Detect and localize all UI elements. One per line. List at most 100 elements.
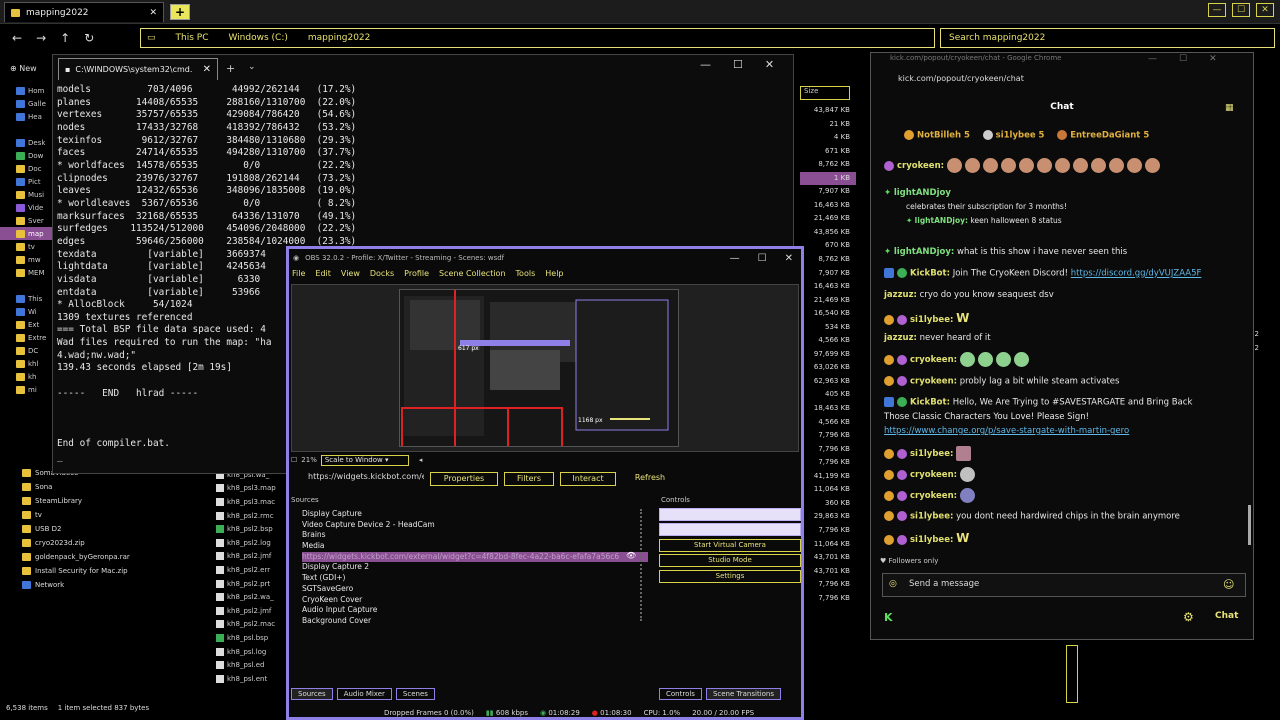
file-row[interactable]: kh8_psl3.mac xyxy=(216,495,286,509)
chat-scrollbar[interactable] xyxy=(1248,505,1251,545)
chat-message-input[interactable]: Send a message xyxy=(882,573,1246,597)
file-row[interactable]: kh8_psl.ed xyxy=(216,658,286,672)
minimize-button[interactable]: — xyxy=(1148,54,1157,64)
file-row[interactable]: kh8_psl2.prt xyxy=(216,577,286,591)
chat-username[interactable]: si1lybee: xyxy=(910,512,953,522)
chat-link[interactable]: https://discord.gg/dyVUJZAA5F xyxy=(1071,269,1202,279)
minimize-button[interactable]: — xyxy=(700,58,711,71)
sidebar-item[interactable]: kh xyxy=(0,370,52,383)
close-button[interactable]: ✕ xyxy=(1209,54,1217,64)
refresh-icon[interactable]: ↻ xyxy=(84,31,94,45)
source-item[interactable]: Video Capture Device 2 - HeadCam xyxy=(302,520,648,531)
source-item[interactable]: Display Capture 2 xyxy=(302,562,648,573)
source-item[interactable]: Audio Input Capture xyxy=(302,605,648,616)
chat-username[interactable]: KickBot: xyxy=(910,398,950,408)
explorer-tab[interactable]: mapping2022 ✕ xyxy=(4,2,164,22)
new-tab-icon[interactable]: + xyxy=(226,62,235,75)
tab-controls[interactable]: Controls xyxy=(659,688,702,700)
sidebar-item[interactable]: mw xyxy=(0,253,52,266)
menu-edit[interactable]: Edit xyxy=(315,269,331,283)
sidebar-item[interactable]: khl xyxy=(0,357,52,370)
menu-profile[interactable]: Profile xyxy=(404,269,429,283)
file-row[interactable]: kh8_psl.ent xyxy=(216,672,286,686)
source-item-selected[interactable]: https://widgets.kickbot.com/external/wid… xyxy=(302,551,648,563)
sidebar-item[interactable]: Vide xyxy=(0,201,52,214)
sidebar-item[interactable]: DC xyxy=(0,344,52,357)
sidebar-item[interactable]: Hom xyxy=(0,84,52,97)
sidebar-item[interactable]: Sver xyxy=(0,214,52,227)
close-button[interactable]: ✕ xyxy=(785,253,793,264)
maximize-button[interactable]: ☐ xyxy=(733,58,743,71)
source-item[interactable]: Media xyxy=(302,541,648,552)
gifter-name[interactable]: EntreeDaGiant 5 xyxy=(1070,131,1149,141)
file-row[interactable]: kh8_psl2.mac xyxy=(216,618,286,632)
sidebar-item[interactable]: Galle xyxy=(0,97,52,110)
file-row[interactable]: kh8_psl.log xyxy=(216,645,286,659)
close-button[interactable]: ✕ xyxy=(1256,3,1274,17)
sidebar-item-selected[interactable]: map xyxy=(0,227,52,240)
start-streaming-button[interactable] xyxy=(659,508,801,521)
chat-link[interactable]: https://www.change.org/p/save-stargate-w… xyxy=(884,426,1129,436)
chat-username[interactable]: jazzuz: xyxy=(884,333,917,343)
tab-sources[interactable]: Sources xyxy=(291,688,333,700)
chevron-down-icon[interactable]: ⌄ xyxy=(248,62,256,72)
breadcrumb-drive[interactable]: Windows (C:) xyxy=(228,33,287,43)
file-row[interactable]: kh8_psl2.jmf xyxy=(216,604,286,618)
emoji-icon[interactable]: ☺ xyxy=(1223,578,1234,591)
chat-settings-icon[interactable]: ▦ xyxy=(1225,103,1234,113)
new-tab-button[interactable]: + xyxy=(170,4,190,20)
chat-username[interactable]: cryokeen: xyxy=(910,377,957,387)
refresh-button[interactable]: Refresh xyxy=(622,472,678,486)
list-item[interactable]: SteamLibrary xyxy=(0,494,215,508)
menu-docks[interactable]: Docks xyxy=(370,269,394,283)
preview-canvas[interactable] xyxy=(399,289,679,447)
sidebar-item[interactable]: Musi xyxy=(0,188,52,201)
source-item[interactable]: Text (GDI+) xyxy=(302,573,648,584)
sidebar-item[interactable]: This xyxy=(0,292,52,305)
tab-scenes[interactable]: Scenes xyxy=(395,688,435,700)
chrome-url-bar[interactable]: kick.com/popout/cryokeen/chat xyxy=(872,74,1252,88)
file-row[interactable]: kh8_psl2.wa_ xyxy=(216,590,286,604)
background-scrollbar[interactable] xyxy=(1066,645,1078,703)
maximize-button[interactable]: ☐ xyxy=(1179,54,1187,64)
studio-mode-button[interactable]: Studio Mode xyxy=(659,554,801,568)
close-tab-icon[interactable]: ✕ xyxy=(149,8,157,18)
chat-username[interactable]: lightANDjoy: xyxy=(894,247,954,257)
sidebar-item[interactable]: MEM xyxy=(0,266,52,279)
chat-username[interactable]: KickBot: xyxy=(910,269,950,279)
sidebar-item[interactable]: Pict xyxy=(0,175,52,188)
maximize-button[interactable]: ☐ xyxy=(758,253,767,264)
menu-file[interactable]: File xyxy=(292,269,305,283)
new-button[interactable]: ⊕ New xyxy=(10,64,37,73)
source-item[interactable]: SGTSaveGero xyxy=(302,584,648,595)
minimize-button[interactable]: — xyxy=(1208,3,1226,17)
forward-arrow-icon[interactable]: → xyxy=(36,31,46,45)
file-row[interactable]: kh8_psl2.err xyxy=(216,563,286,577)
menu-tools[interactable]: Tools xyxy=(516,269,536,283)
file-row[interactable]: kh8_psl2.bsp xyxy=(216,522,286,536)
start-virtual-camera-button[interactable]: Start Virtual Camera xyxy=(659,538,801,552)
menu-help[interactable]: Help xyxy=(545,269,563,283)
back-arrow-icon[interactable]: ← xyxy=(12,31,22,45)
gear-icon[interactable]: ⚙ xyxy=(1183,610,1194,624)
source-item[interactable]: Display Capture xyxy=(302,509,648,520)
sidebar-item[interactable]: Ext xyxy=(0,318,52,331)
sidebar-item[interactable]: Desk xyxy=(0,136,52,149)
menu-scene-collection[interactable]: Scene Collection xyxy=(439,269,506,283)
breadcrumb-this-pc[interactable]: This PC xyxy=(176,33,209,43)
minimize-button[interactable]: — xyxy=(730,253,740,264)
list-item[interactable]: goldenpack_byGeronpa.rar xyxy=(0,550,215,564)
scroll-left-icon[interactable]: ◂ xyxy=(419,456,423,464)
list-item[interactable]: Network xyxy=(0,578,215,592)
chat-username[interactable]: cryokeen: xyxy=(910,470,957,480)
settings-button[interactable]: Settings xyxy=(659,569,801,583)
visibility-eye-icon[interactable]: 👁 xyxy=(626,551,636,560)
tab-scene-transitions[interactable]: Scene Transitions xyxy=(705,688,782,700)
source-item[interactable]: Brains xyxy=(302,530,648,541)
gifter-name[interactable]: NotBilleh 5 xyxy=(917,131,970,141)
list-item[interactable]: Install Security for Mac.zip xyxy=(0,564,215,578)
breadcrumb-folder[interactable]: mapping2022 xyxy=(308,33,371,43)
send-chat-button[interactable]: Chat xyxy=(1215,611,1238,621)
chat-username[interactable]: cryokeen: xyxy=(910,355,957,365)
cmd-tab[interactable]: ▪ C:\WINDOWS\system32\cmd. ✕ xyxy=(58,58,218,80)
